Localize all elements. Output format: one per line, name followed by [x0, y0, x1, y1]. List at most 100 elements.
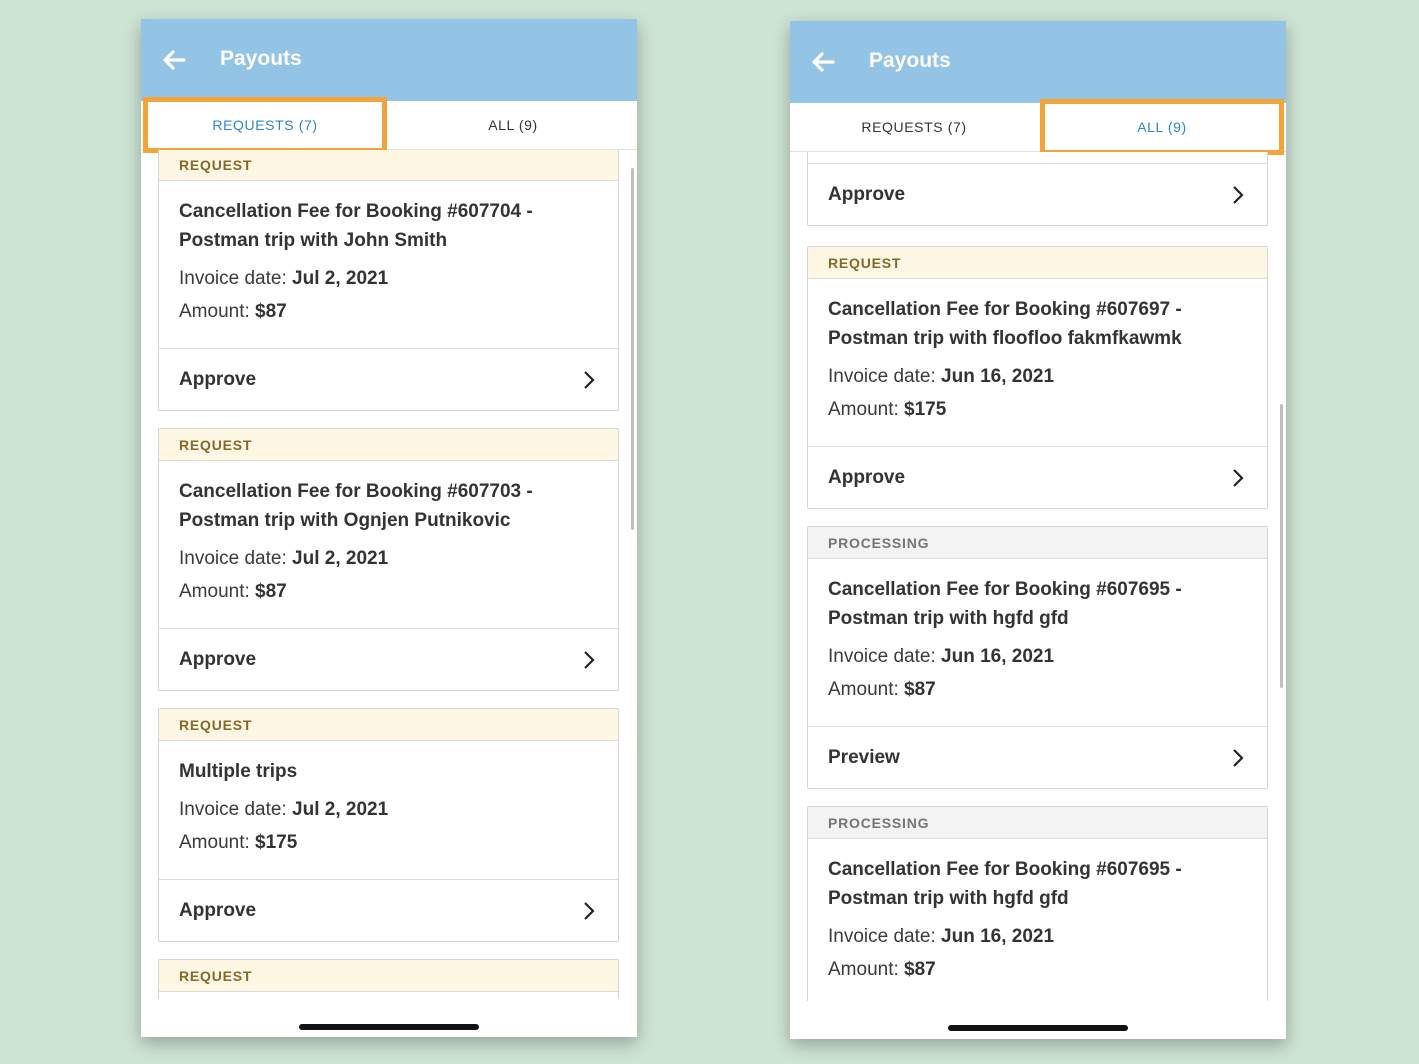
payout-title: Cancellation Fee for Booking #607704 - P… [179, 197, 598, 255]
chevron-right-icon [584, 901, 595, 920]
home-indicator[interactable] [299, 1024, 479, 1030]
action-label: Approve [828, 183, 906, 205]
amount: Amount: $87 [828, 953, 1247, 986]
chevron-right-icon [1233, 748, 1244, 767]
tab-requests[interactable]: REQUESTS (7) [141, 97, 389, 153]
invoice-date-label: Invoice date: [179, 799, 287, 820]
invoice-date-label: Invoice date: [828, 646, 936, 667]
payout-card: REQUEST Multiple trips Invoice date: Jul… [158, 708, 619, 942]
payout-list[interactable]: REQUEST Cancellation Fee for Booking #60… [141, 150, 637, 999]
approve-button[interactable]: Approve [159, 628, 618, 690]
invoice-date: Invoice date: Jul 2, 2021 [179, 262, 598, 295]
payout-title-line: Postman trip with hgfd gfd [828, 888, 1069, 909]
amount-value: $175 [255, 832, 298, 853]
payout-list[interactable]: Approve REQUEST Cancellation Fee for Boo… [790, 152, 1286, 1001]
invoice-date: Invoice date: Jun 16, 2021 [828, 920, 1247, 953]
payout-card: PROCESSING Cancellation Fee for Booking … [807, 806, 1268, 1001]
amount-value: $87 [904, 679, 936, 700]
approve-button[interactable]: Approve [808, 446, 1267, 508]
amount: Amount: $87 [179, 295, 598, 328]
action-label: Approve [179, 899, 257, 921]
action-label: Preview [828, 746, 900, 768]
invoice-date-label: Invoice date: [828, 366, 936, 387]
phone-screen-requests: Payouts REQUESTS (7) ALL (9) REQUEST Can… [141, 19, 637, 1037]
amount-label: Amount: [828, 679, 899, 700]
amount: Amount: $87 [828, 673, 1247, 706]
amount-value: $175 [904, 399, 947, 420]
payout-title-line: Cancellation Fee for Booking #607697 - [828, 299, 1182, 320]
scrollbar[interactable] [1280, 404, 1283, 688]
tab-requests[interactable]: REQUESTS (7) [790, 103, 1038, 151]
invoice-date-label: Invoice date: [179, 548, 287, 569]
approve-button[interactable]: Approve [159, 348, 618, 410]
amount-value: $87 [904, 959, 936, 980]
payout-title-line: Postman trip with floofloo fakmfkawmk [828, 328, 1182, 349]
amount-label: Amount: [179, 581, 250, 602]
tab-bar: REQUESTS (7) ALL (9) [790, 99, 1286, 155]
payout-card: Approve [807, 152, 1268, 226]
invoice-date-value: Jul 2, 2021 [292, 268, 389, 289]
tab-all[interactable]: ALL (9) [389, 101, 637, 149]
status-badge: REQUEST [159, 150, 618, 181]
payout-card: REQUEST Cancellation Fee for Booking #60… [158, 428, 619, 691]
payout-title-line: Postman trip with hgfd gfd [828, 608, 1069, 629]
page-title: Payouts [220, 47, 302, 70]
chevron-right-icon [1233, 185, 1244, 204]
app-bar: Payouts [790, 21, 1286, 103]
home-indicator[interactable] [948, 1025, 1128, 1031]
invoice-date: Invoice date: Jul 2, 2021 [179, 793, 598, 826]
payout-title-line: Postman trip with Ognjen Putnikovic [179, 510, 511, 531]
invoice-date: Invoice date: Jun 16, 2021 [828, 640, 1247, 673]
payout-card: REQUEST Cancellation Fee for Booking #60… [807, 246, 1268, 509]
payout-title-line: Cancellation Fee for Booking #607695 - [828, 859, 1182, 880]
status-badge: REQUEST [159, 429, 618, 461]
tab-bar: REQUESTS (7) ALL (9) [141, 97, 637, 153]
invoice-date-label: Invoice date: [179, 268, 287, 289]
tab-all[interactable]: ALL (9) [1038, 99, 1286, 155]
invoice-date-value: Jun 16, 2021 [941, 366, 1055, 387]
scrollbar[interactable] [631, 168, 634, 530]
payout-title-line: Cancellation Fee for Booking #607703 - [179, 481, 533, 502]
chevron-right-icon [1233, 468, 1244, 487]
amount-label: Amount: [179, 832, 250, 853]
payout-title-line: Postman trip with John Smith [179, 230, 448, 251]
payout-title-line: Cancellation Fee for Booking #607695 - [828, 579, 1182, 600]
payout-title: Cancellation Fee for Booking #607695 - P… [828, 575, 1247, 633]
app-bar: Payouts [141, 19, 637, 101]
payout-card: PROCESSING Cancellation Fee for Booking … [807, 526, 1268, 789]
arrow-left-icon[interactable] [161, 47, 187, 73]
payout-card: REQUEST Cancellation Fee for Booking #60… [158, 150, 619, 411]
amount: Amount: $87 [179, 575, 598, 608]
page-title: Payouts [869, 49, 951, 72]
chevron-right-icon [584, 650, 595, 669]
preview-button[interactable]: Preview [808, 726, 1267, 788]
invoice-date-value: Jul 2, 2021 [292, 548, 389, 569]
status-badge: REQUEST [159, 960, 618, 992]
approve-button[interactable]: Approve [808, 163, 1267, 225]
invoice-date-value: Jun 16, 2021 [941, 926, 1055, 947]
action-label: Approve [828, 466, 906, 488]
status-badge: PROCESSING [808, 807, 1267, 839]
payout-title: Cancellation Fee for Booking #607697 - P… [828, 295, 1247, 353]
amount: Amount: $175 [828, 393, 1247, 426]
invoice-date: Invoice date: Jul 2, 2021 [179, 542, 598, 575]
action-label: Approve [179, 368, 257, 390]
amount-label: Amount: [179, 301, 250, 322]
payout-title-line: Multiple trips [179, 761, 298, 782]
invoice-date-label: Invoice date: [828, 926, 936, 947]
payout-title: Cancellation Fee for Booking #607703 - P… [179, 477, 598, 535]
amount-value: $87 [255, 581, 287, 602]
amount-label: Amount: [828, 959, 899, 980]
payout-card: REQUEST [158, 959, 619, 999]
action-label: Approve [179, 648, 257, 670]
arrow-left-icon[interactable] [810, 49, 836, 75]
invoice-date-value: Jul 2, 2021 [292, 799, 389, 820]
payout-title-line: Cancellation Fee for Booking #607704 - [179, 201, 533, 222]
chevron-right-icon [584, 370, 595, 389]
payout-title: Multiple trips [179, 757, 598, 786]
invoice-date: Invoice date: Jun 16, 2021 [828, 360, 1247, 393]
phone-screen-all: Payouts REQUESTS (7) ALL (9) Approve REQ… [790, 21, 1286, 1039]
approve-button[interactable]: Approve [159, 879, 618, 941]
status-badge: REQUEST [159, 709, 618, 741]
amount-value: $87 [255, 301, 287, 322]
